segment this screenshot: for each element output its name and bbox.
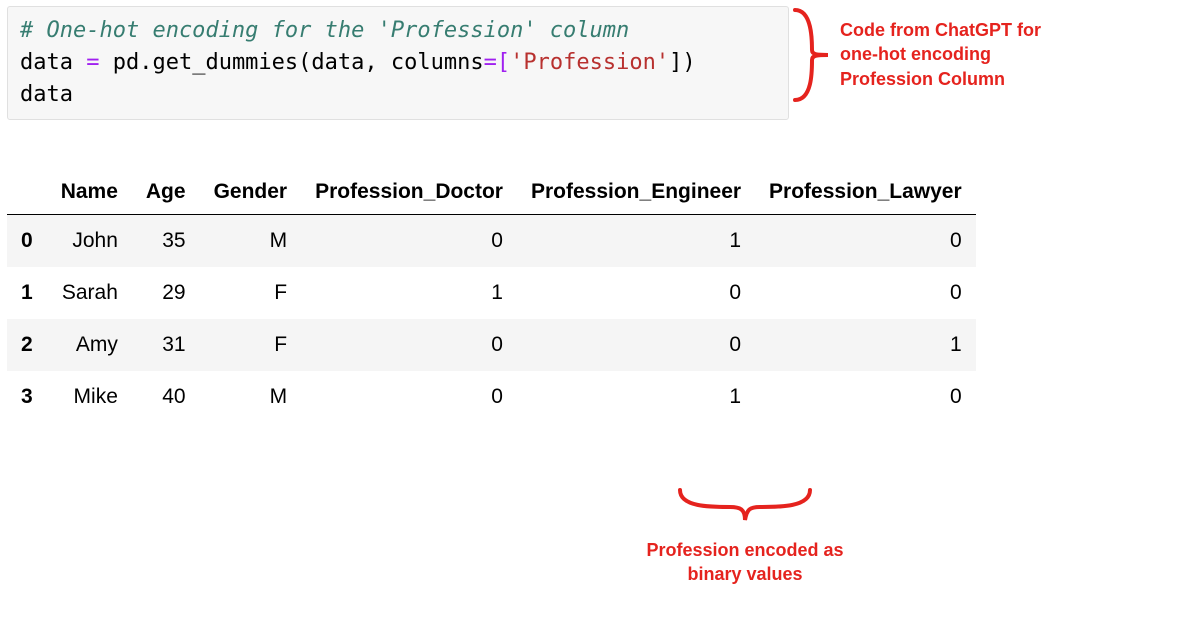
cell-prof-doctor: 0 [301, 371, 517, 423]
code-token: =[ [484, 50, 511, 75]
cell-prof-lawyer: 1 [755, 319, 976, 371]
col-header-gender: Gender [200, 170, 302, 215]
cell-age: 35 [132, 215, 200, 268]
col-header-prof-doctor: Profession_Doctor [301, 170, 517, 215]
cell-age: 40 [132, 371, 200, 423]
table-header-row: Name Age Gender Profession_Doctor Profes… [7, 170, 976, 215]
table-row: 1 Sarah 29 F 1 0 0 [7, 267, 976, 319]
cell-prof-engineer: 1 [517, 371, 755, 423]
cell-prof-engineer: 0 [517, 267, 755, 319]
code-block: # One-hot encoding for the 'Profession' … [20, 15, 776, 111]
table-row: 2 Amy 31 F 0 0 1 [7, 319, 976, 371]
code-token: data [20, 50, 73, 75]
cell-prof-lawyer: 0 [755, 215, 976, 268]
dataframe-table: Name Age Gender Profession_Doctor Profes… [7, 170, 976, 423]
cell-prof-doctor: 0 [301, 319, 517, 371]
code-token: ( [298, 50, 311, 75]
code-token: , [364, 50, 391, 75]
code-token: 'Profession' [510, 50, 669, 75]
row-index: 0 [7, 215, 47, 268]
dataframe-output: Name Age Gender Profession_Doctor Profes… [7, 170, 1187, 423]
cell-name: Amy [47, 319, 132, 371]
cell-age: 31 [132, 319, 200, 371]
code-token: = [73, 50, 113, 75]
cell-gender: M [200, 215, 302, 268]
table-body: 0 John 35 M 0 1 0 1 Sarah 29 F 1 0 0 2 A… [7, 215, 976, 424]
cell-gender: M [200, 371, 302, 423]
annotation-top: Code from ChatGPT for one-hot encoding P… [840, 18, 1060, 91]
cell-prof-engineer: 1 [517, 215, 755, 268]
col-header-name: Name [47, 170, 132, 215]
row-index: 1 [7, 267, 47, 319]
table-head: Name Age Gender Profession_Doctor Profes… [7, 170, 976, 215]
cell-prof-engineer: 0 [517, 319, 755, 371]
annotation-bottom: Profession encoded as binary values [635, 538, 855, 587]
cell-name: Mike [47, 371, 132, 423]
code-token: pd.get_dummies [113, 50, 298, 75]
table-row: 0 John 35 M 0 1 0 [7, 215, 976, 268]
code-cell: # One-hot encoding for the 'Profession' … [7, 6, 789, 120]
col-header-age: Age [132, 170, 200, 215]
code-token: ]) [669, 50, 696, 75]
cell-gender: F [200, 267, 302, 319]
cell-prof-doctor: 1 [301, 267, 517, 319]
cell-age: 29 [132, 267, 200, 319]
col-header-prof-lawyer: Profession_Lawyer [755, 170, 976, 215]
table-corner [7, 170, 47, 215]
table-row: 3 Mike 40 M 0 1 0 [7, 371, 976, 423]
cell-prof-lawyer: 0 [755, 267, 976, 319]
code-token: columns [391, 50, 484, 75]
row-index: 2 [7, 319, 47, 371]
cell-prof-lawyer: 0 [755, 371, 976, 423]
cell-gender: F [200, 319, 302, 371]
cell-name: Sarah [47, 267, 132, 319]
cell-name: John [47, 215, 132, 268]
cell-prof-doctor: 0 [301, 215, 517, 268]
col-header-prof-engineer: Profession_Engineer [517, 170, 755, 215]
code-token: data [311, 50, 364, 75]
row-index: 3 [7, 371, 47, 423]
code-token: data [20, 82, 73, 107]
code-comment: # One-hot encoding for the 'Profession' … [20, 18, 629, 43]
